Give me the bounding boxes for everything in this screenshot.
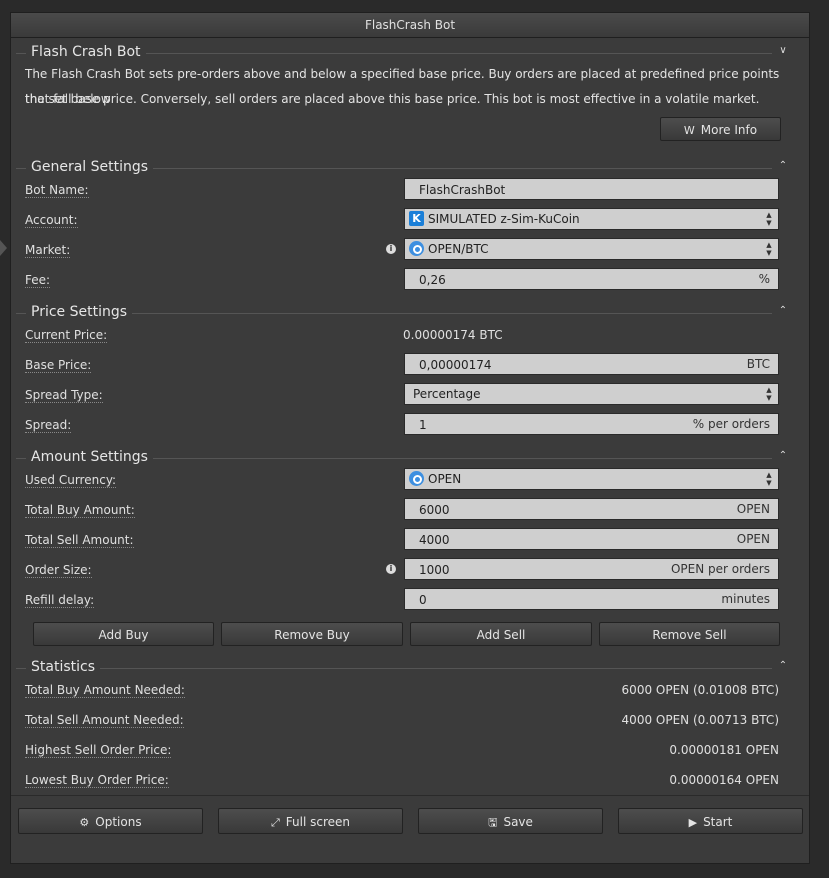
add-sell-button[interactable]: Add Sell <box>410 622 592 646</box>
order-size-unit: OPEN per orders <box>670 562 770 576</box>
expand-icon: ⤢ <box>270 816 280 829</box>
add-buy-button[interactable]: Add Buy <box>33 622 214 646</box>
base-price-input[interactable]: 0,00000174 BTC <box>404 353 779 375</box>
total-buy-unit: OPEN <box>736 502 770 516</box>
window-title: FlashCrash Bot <box>11 13 809 38</box>
price-settings-header: Price Settings ⌃ <box>16 304 792 321</box>
current-price-label: Current Price: <box>25 328 108 343</box>
collapse-chevrons-up-icon[interactable]: ⌃ <box>776 304 790 318</box>
flashcrash-bot-window: FlashCrash Bot Flash Crash Bot ∨ The Fla… <box>10 12 810 864</box>
bot-description-line-2: the set base price. Conversely, sell ord… <box>25 92 760 106</box>
intro-title: Flash Crash Bot <box>26 44 146 60</box>
total-sell-amount-label: Total Sell Amount: <box>25 533 134 548</box>
kucoin-icon: K <box>409 211 424 226</box>
fee-label: Fee: <box>25 273 51 288</box>
intro-section-header: Flash Crash Bot ∨ <box>16 44 792 61</box>
used-currency-label: Used Currency: <box>25 473 117 488</box>
order-size-info-icon[interactable]: i <box>386 564 396 574</box>
current-price-value: 0.00000174 BTC <box>403 328 503 342</box>
start-button[interactable]: ▶ Start <box>618 808 803 834</box>
general-settings-header: General Settings ⌃ <box>16 159 792 176</box>
stat-value-lowest-buy-price: 0.00000164 OPEN <box>669 773 779 787</box>
statistics-title: Statistics <box>26 659 100 675</box>
amount-settings-header: Amount Settings ⌃ <box>16 449 792 466</box>
refill-delay-unit: minutes <box>721 592 770 606</box>
spread-type-select[interactable]: Percentage ▲ ▼ <box>404 383 779 405</box>
collapse-chevrons-up-icon[interactable]: ⌃ <box>776 159 790 173</box>
base-price-unit: BTC <box>746 357 770 371</box>
open-token-icon <box>409 471 424 486</box>
gear-icon: ⚙ <box>79 816 90 829</box>
base-price-label: Base Price: <box>25 358 92 373</box>
market-select[interactable]: OPEN/BTC ▲ ▼ <box>404 238 779 260</box>
select-arrows-icon: ▲ ▼ <box>766 471 772 487</box>
collapse-chevrons-up-icon[interactable]: ⌃ <box>776 659 790 673</box>
select-arrows-icon: ▲ ▼ <box>766 386 772 402</box>
more-info-button[interactable]: W More Info <box>660 117 781 141</box>
open-token-icon <box>409 241 424 256</box>
stat-value-total-sell-needed: 4000 OPEN (0.00713 BTC) <box>621 713 779 727</box>
bot-name-label: Bot Name: <box>25 183 89 198</box>
spread-label: Spread: <box>25 418 72 433</box>
account-select[interactable]: K SIMULATED z-Sim-KuCoin ▲ ▼ <box>404 208 779 230</box>
statistics-header: Statistics ⌃ <box>16 659 792 676</box>
price-settings-title: Price Settings <box>26 304 133 320</box>
market-label: Market: <box>25 243 71 258</box>
select-arrows-icon: ▲ ▼ <box>766 241 772 257</box>
collapse-chevrons-down-icon[interactable]: ∨ <box>776 44 790 58</box>
panel-edge-handle <box>0 240 7 256</box>
collapse-chevrons-up-icon[interactable]: ⌃ <box>776 449 790 463</box>
total-sell-unit: OPEN <box>736 532 770 546</box>
order-size-label: Order Size: <box>25 563 92 578</box>
used-currency-select[interactable]: OPEN ▲ ▼ <box>404 468 779 490</box>
total-buy-amount-input[interactable]: 6000 OPEN <box>404 498 779 520</box>
remove-sell-button[interactable]: Remove Sell <box>599 622 780 646</box>
spread-type-label: Spread Type: <box>25 388 103 403</box>
select-arrows-icon: ▲ ▼ <box>766 211 772 227</box>
save-button[interactable]: 🖫 Save <box>418 808 603 834</box>
floppy-disk-icon: 🖫 <box>488 816 498 829</box>
amount-settings-title: Amount Settings <box>26 449 153 465</box>
stat-label-total-buy-needed: Total Buy Amount Needed: <box>25 683 185 698</box>
total-sell-amount-input[interactable]: 4000 OPEN <box>404 528 779 550</box>
remove-buy-button[interactable]: Remove Buy <box>221 622 403 646</box>
fee-unit: % <box>758 272 770 286</box>
fee-input[interactable]: 0,26 % <box>404 268 779 290</box>
stat-value-total-buy-needed: 6000 OPEN (0.01008 BTC) <box>621 683 779 697</box>
options-button[interactable]: ⚙ Options <box>18 808 203 834</box>
refill-delay-label: Refill delay: <box>25 593 95 608</box>
stat-label-lowest-buy-price: Lowest Buy Order Price: <box>25 773 169 788</box>
spread-unit: % per orders <box>692 417 770 431</box>
stat-value-highest-sell-price: 0.00000181 OPEN <box>669 743 779 757</box>
stat-label-highest-sell-price: Highest Sell Order Price: <box>25 743 172 758</box>
market-info-icon[interactable]: i <box>386 244 396 254</box>
full-screen-button[interactable]: ⤢ Full screen <box>218 808 403 834</box>
general-settings-title: General Settings <box>26 159 154 175</box>
play-icon: ▶ <box>688 816 698 829</box>
bot-name-input[interactable]: FlashCrashBot <box>404 178 779 200</box>
order-size-input[interactable]: 1000 OPEN per orders <box>404 558 779 580</box>
stat-label-total-sell-needed: Total Sell Amount Needed: <box>25 713 184 728</box>
spread-input[interactable]: 1 % per orders <box>404 413 779 435</box>
refill-delay-input[interactable]: 0 minutes <box>404 588 779 610</box>
total-buy-amount-label: Total Buy Amount: <box>25 503 135 518</box>
wiki-icon: W <box>683 124 695 137</box>
account-label: Account: <box>25 213 78 228</box>
footer-divider <box>11 795 809 796</box>
